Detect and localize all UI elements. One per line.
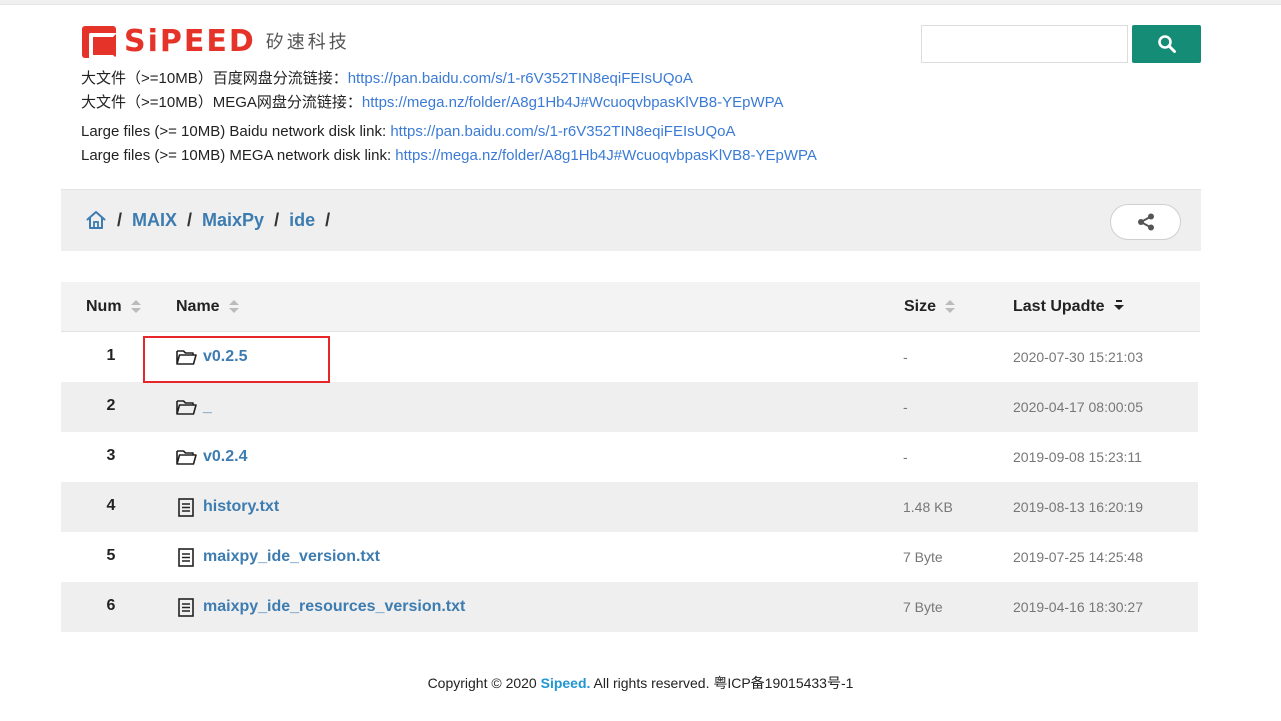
row-name-text: maixpy_ide_resources_version.txt: [203, 598, 466, 615]
mega-link-line-en: Large files (>= 10MB) MEGA network disk …: [81, 146, 817, 166]
baidu-link-label-en: Large files (>= 10MB) Baidu network disk…: [81, 123, 391, 140]
column-header-name[interactable]: Name: [176, 298, 239, 316]
logo-mark-icon: [82, 26, 117, 59]
table-row: 6 maixpy_ide_resources_version.txt 7 Byt…: [61, 582, 1198, 632]
breadcrumb-separator: /: [274, 209, 280, 230]
column-header-num-label: Num: [86, 298, 122, 315]
home-icon[interactable]: [85, 209, 107, 231]
breadcrumb-item-maixpy[interactable]: MaixPy: [202, 210, 264, 231]
sort-icon: [945, 300, 956, 314]
row-size: 1.48 KB: [903, 499, 953, 515]
row-name-link[interactable]: maixpy_ide_version.txt: [175, 547, 380, 567]
row-name-link[interactable]: _: [175, 397, 212, 417]
breadcrumb-separator: /: [325, 209, 331, 230]
row-date: 2019-07-25 14:25:48: [1013, 549, 1143, 565]
column-header-last-update[interactable]: Last Upadte: [1013, 298, 1124, 316]
file-icon: [175, 497, 197, 517]
row-date: 2020-04-17 08:00:05: [1013, 399, 1143, 415]
row-date: 2019-09-08 15:23:11: [1013, 449, 1142, 465]
column-header-size-label: Size: [904, 298, 937, 315]
file-icon: [175, 597, 197, 617]
table-row: 3 v0.2.4 - 2019-09-08 15:23:11: [61, 432, 1198, 482]
breadcrumb-separator: /: [117, 209, 123, 230]
top-border: [0, 0, 1281, 5]
share-button[interactable]: [1110, 204, 1181, 240]
table-row: 1 v0.2.5 - 2020-07-30 15:21:03: [61, 332, 1198, 382]
search-button[interactable]: [1132, 25, 1201, 63]
row-num: 1: [106, 347, 116, 364]
site-logo[interactable]: SiPEED 矽速科技: [82, 24, 350, 59]
mega-link-label-cn: 大文件（>=10MB）MEGA网盘分流链接：: [81, 94, 362, 111]
folder-icon: [175, 347, 197, 367]
table-header: Num Name Size Last Upadte: [61, 282, 1200, 332]
mega-link-cn[interactable]: https://mega.nz/folder/A8g1Hb4J#Wcuoqvbp…: [362, 94, 784, 111]
breadcrumb-bar: / MAIX / MaixPy / ide /: [61, 189, 1201, 251]
row-date: 2020-07-30 15:21:03: [1013, 349, 1143, 365]
row-name-link[interactable]: v0.2.4: [175, 447, 247, 467]
breadcrumb-item-ide[interactable]: ide: [289, 210, 315, 231]
table-row: 4 history.txt 1.48 KB 2019-08-13 16:20:1…: [61, 482, 1198, 532]
row-size: -: [903, 399, 908, 415]
footer-brand-link[interactable]: Sipeed.: [541, 675, 591, 691]
row-name-text: history.txt: [203, 498, 280, 515]
row-name-link[interactable]: history.txt: [175, 497, 279, 517]
footer-copyright: Copyright © 2020: [427, 675, 541, 691]
row-size: -: [903, 449, 908, 465]
row-name-link[interactable]: maixpy_ide_resources_version.txt: [175, 597, 465, 617]
logo-chinese-name: 矽速科技: [265, 32, 350, 52]
column-header-last-update-label: Last Upadte: [1013, 298, 1105, 315]
breadcrumb-separator: /: [187, 209, 193, 230]
row-size: -: [903, 349, 908, 365]
file-icon: [175, 547, 197, 567]
row-date: 2019-04-16 18:30:27: [1013, 599, 1143, 615]
table-row: 5 maixpy_ide_version.txt 7 Byte 2019-07-…: [61, 532, 1198, 582]
row-name-text: maixpy_ide_version.txt: [203, 548, 380, 565]
baidu-link-label-cn: 大文件（>=10MB）百度网盘分流链接：: [81, 70, 348, 87]
footer: Copyright © 2020 Sipeed. All rights rese…: [0, 673, 1281, 693]
baidu-link-en[interactable]: https://pan.baidu.com/s/1-r6V352TIN8eqiF…: [390, 123, 735, 140]
mega-link-en[interactable]: https://mega.nz/folder/A8g1Hb4J#Wcuoqvbp…: [395, 147, 817, 164]
row-size: 7 Byte: [903, 599, 943, 615]
row-name-link[interactable]: v0.2.5: [175, 347, 247, 367]
column-header-num[interactable]: Num: [86, 298, 141, 316]
row-num: 2: [106, 397, 116, 414]
sort-icon: [130, 300, 141, 314]
row-name-text: v0.2.5: [203, 348, 248, 365]
breadcrumb-item-maix[interactable]: MAIX: [132, 210, 177, 231]
baidu-link-line-cn: 大文件（>=10MB）百度网盘分流链接：https://pan.baidu.co…: [81, 69, 693, 89]
row-name-text: _: [203, 398, 212, 415]
row-num: 5: [106, 547, 116, 564]
row-date: 2019-08-13 16:20:19: [1013, 499, 1143, 515]
row-num: 3: [106, 447, 116, 464]
sort-descending-icon: [1113, 300, 1124, 314]
share-icon: [1137, 213, 1154, 231]
footer-rights: All rights reserved. 粤ICP备19015433号-1: [590, 675, 854, 691]
baidu-link-cn[interactable]: https://pan.baidu.com/s/1-r6V352TIN8eqiF…: [348, 70, 693, 87]
row-size: 7 Byte: [903, 549, 943, 565]
search-icon: [1157, 35, 1176, 53]
folder-icon: [175, 447, 197, 467]
sort-icon: [228, 300, 239, 314]
table-row: 2 _ - 2020-04-17 08:00:05: [61, 382, 1198, 432]
logo-text: SiPEED: [124, 24, 256, 59]
breadcrumb: / MAIX / MaixPy / ide /: [85, 209, 340, 231]
mega-link-label-en: Large files (>= 10MB) MEGA network disk …: [81, 147, 396, 164]
row-num: 6: [106, 597, 116, 614]
mega-link-line-cn: 大文件（>=10MB）MEGA网盘分流链接：https://mega.nz/fo…: [81, 93, 784, 113]
row-name-text: v0.2.4: [203, 448, 248, 465]
folder-icon: [175, 397, 197, 417]
row-num: 4: [106, 497, 116, 514]
baidu-link-line-en: Large files (>= 10MB) Baidu network disk…: [81, 122, 735, 142]
column-header-size[interactable]: Size: [904, 298, 956, 316]
search-input[interactable]: [921, 25, 1128, 63]
column-header-name-label: Name: [176, 298, 220, 315]
